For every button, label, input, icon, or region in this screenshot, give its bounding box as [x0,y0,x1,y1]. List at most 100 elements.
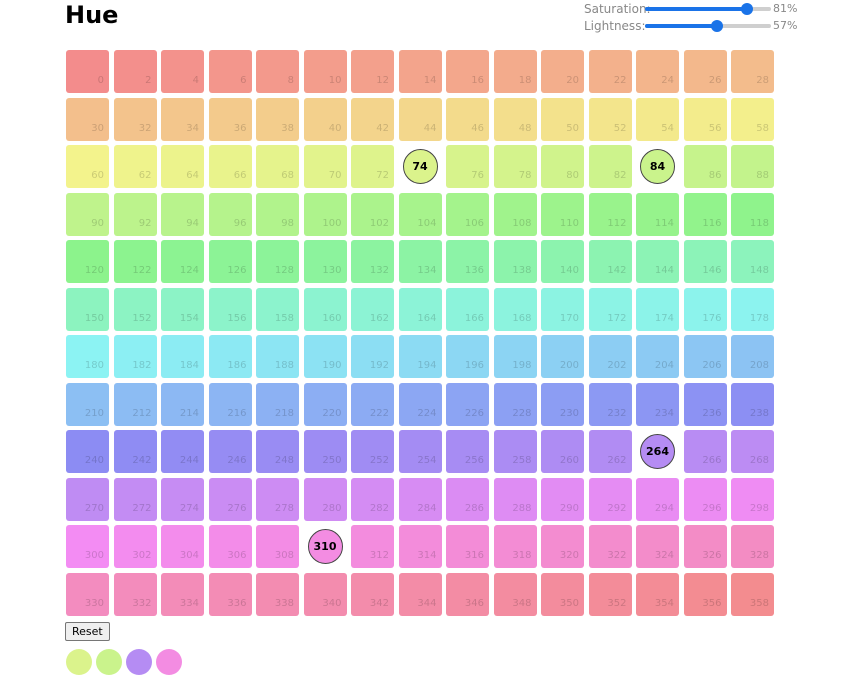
hue-cell[interactable]: 276 [208,477,252,521]
hue-cell[interactable]: 318 [493,525,537,568]
hue-cell[interactable]: 176 [683,287,727,331]
hue-cell[interactable]: 250 [303,430,347,473]
hue-cell[interactable]: 78 [493,145,537,188]
hue-cell[interactable]: 174 [636,287,679,331]
hue-cell[interactable]: 304 [161,525,204,568]
hue-cell[interactable]: 312 [351,525,394,568]
hue-cell[interactable]: 108 [493,192,537,236]
hue-cell[interactable]: 100 [303,192,347,236]
hue-cell[interactable]: 24 [636,50,679,93]
hue-cell[interactable]: 262 [588,430,632,473]
hue-cell[interactable]: 88 [731,145,774,188]
hue-cell[interactable]: 282 [351,477,394,521]
hue-cell[interactable]: 10 [303,50,347,93]
hue-cell[interactable]: 4 [161,50,204,93]
hue-cell[interactable]: 20 [541,50,584,93]
hue-cell[interactable]: 344 [398,572,442,616]
hue-cell[interactable]: 118 [731,192,774,236]
hue-cell[interactable]: 152 [113,287,157,331]
hue-cell[interactable]: 162 [351,287,394,331]
hue-cell[interactable]: 242 [113,430,157,473]
hue-cell[interactable]: 50 [541,97,584,141]
hue-cell[interactable]: 154 [161,287,204,331]
hue-cell[interactable]: 208 [731,335,774,378]
hue-cell[interactable]: 156 [208,287,252,331]
hue-cell[interactable]: 290 [541,477,584,521]
hue-cell[interactable]: 338 [256,572,299,616]
hue-cell[interactable]: 298 [731,477,774,521]
hue-cell[interactable]: 218 [256,382,299,426]
hue-cell[interactable]: 356 [683,572,727,616]
hue-cell[interactable]: 8 [256,50,299,93]
hue-cell[interactable]: 264 [636,430,679,473]
hue-cell[interactable]: 164 [398,287,442,331]
hue-cell[interactable]: 138 [493,240,537,283]
hue-cell[interactable]: 288 [493,477,537,521]
hue-cell[interactable]: 126 [208,240,252,283]
hue-cell[interactable]: 14 [398,50,442,93]
hue-cell[interactable]: 230 [541,382,584,426]
hue-cell[interactable]: 324 [636,525,679,568]
hue-cell[interactable]: 294 [636,477,679,521]
hue-cell[interactable]: 22 [588,50,632,93]
saturation-slider-thumb[interactable] [741,2,754,15]
hue-cell[interactable]: 160 [303,287,347,331]
hue-cell[interactable]: 34 [161,97,204,141]
hue-cell[interactable]: 306 [208,525,252,568]
hue-cell[interactable]: 84 [636,145,679,188]
hue-cell[interactable]: 236 [683,382,727,426]
hue-cell[interactable]: 104 [398,192,442,236]
hue-cell[interactable]: 18 [493,50,537,93]
hue-cell[interactable]: 166 [446,287,489,331]
hue-cell[interactable]: 172 [588,287,632,331]
hue-cell[interactable]: 260 [541,430,584,473]
hue-cell[interactable]: 266 [683,430,727,473]
hue-cell[interactable]: 220 [303,382,347,426]
hue-cell[interactable]: 56 [683,97,727,141]
hue-cell[interactable]: 140 [541,240,584,283]
hue-cell[interactable]: 102 [351,192,394,236]
hue-cell[interactable]: 308 [256,525,299,568]
hue-cell[interactable]: 74 [399,145,442,188]
hue-cell[interactable]: 142 [588,240,632,283]
hue-cell[interactable]: 82 [588,145,632,188]
hue-cell[interactable]: 212 [113,382,157,426]
hue-cell[interactable]: 346 [446,572,489,616]
hue-cell[interactable]: 180 [66,335,109,378]
hue-cell[interactable]: 226 [446,382,489,426]
hue-cell[interactable]: 38 [256,97,299,141]
hue-cell[interactable]: 200 [541,335,584,378]
hue-cell[interactable]: 244 [161,430,204,473]
hue-cell[interactable]: 112 [588,192,632,236]
hue-cell[interactable]: 178 [731,287,774,331]
hue-cell[interactable]: 192 [351,335,394,378]
hue-cell[interactable]: 348 [493,572,537,616]
hue-cell[interactable]: 310 [304,525,347,568]
hue-cell[interactable]: 228 [493,382,537,426]
hue-cell[interactable]: 314 [398,525,442,568]
hue-cell[interactable]: 168 [493,287,537,331]
hue-cell[interactable]: 134 [398,240,442,283]
lightness-slider[interactable] [645,19,771,33]
hue-cell[interactable]: 122 [113,240,157,283]
hue-cell[interactable]: 28 [731,50,774,93]
hue-cell[interactable]: 48 [493,97,537,141]
hue-cell[interactable]: 190 [303,335,347,378]
hue-cell[interactable]: 300 [66,525,109,568]
hue-cell[interactable]: 320 [541,525,584,568]
hue-cell[interactable]: 202 [588,335,632,378]
hue-cell[interactable]: 106 [446,192,489,236]
hue-cell[interactable]: 146 [683,240,727,283]
hue-cell[interactable]: 198 [493,335,537,378]
hue-cell[interactable]: 94 [161,192,204,236]
hue-cell[interactable]: 68 [256,145,299,188]
hue-cell[interactable]: 330 [66,572,109,616]
hue-cell[interactable]: 114 [636,192,679,236]
hue-cell[interactable]: 32 [113,97,157,141]
hue-cell[interactable]: 302 [113,525,157,568]
hue-cell[interactable]: 326 [683,525,727,568]
hue-cell[interactable]: 246 [208,430,252,473]
hue-cell[interactable]: 240 [66,430,109,473]
hue-cell[interactable]: 222 [351,382,394,426]
hue-cell[interactable]: 148 [731,240,774,283]
